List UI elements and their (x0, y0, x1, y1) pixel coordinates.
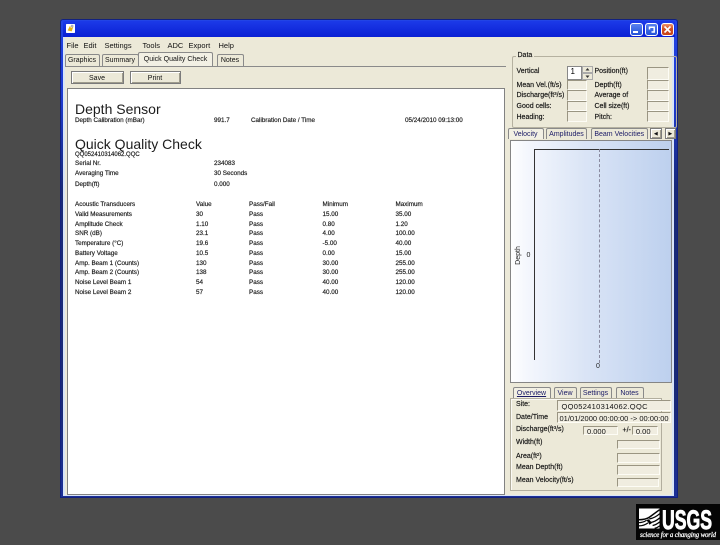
svg-text:USGS: USGS (662, 505, 712, 535)
svg-text:science for a changing world: science for a changing world (640, 532, 717, 539)
